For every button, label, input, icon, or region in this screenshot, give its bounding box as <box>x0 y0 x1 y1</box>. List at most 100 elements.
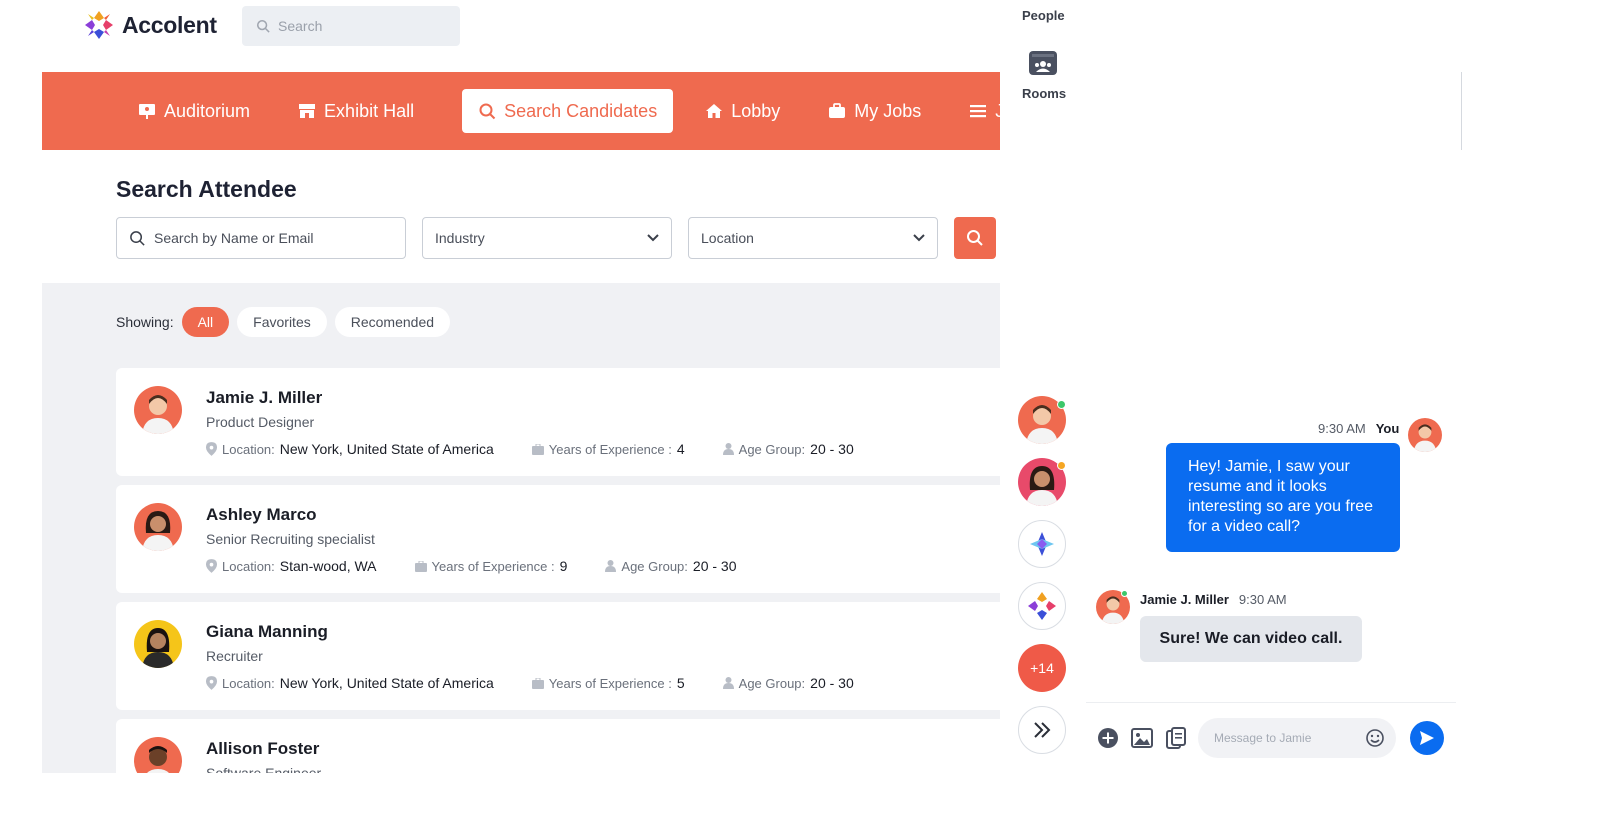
message-input[interactable]: Message to Jamie <box>1198 718 1396 758</box>
incoming-message-meta: Jamie J. Miller 9:30 AM <box>1140 592 1287 607</box>
app: Accolent Search Auditorium Exhibit Hall … <box>0 0 1000 816</box>
page-title: Search Attendee <box>116 176 297 202</box>
group-chat-avatar[interactable] <box>1018 582 1066 630</box>
nav-exhibit-hall-label: Exhibit Hall <box>324 100 415 121</box>
main-nav: Auditorium Exhibit Hall Search Candidate… <box>42 72 1000 150</box>
candidate-meta: Location: Stan-wood, WA Years of Experien… <box>206 558 737 574</box>
person-avatar-icon <box>142 511 174 551</box>
outgoing-message-bubble: Hey! Jamie, I saw your resume and it loo… <box>1166 443 1400 552</box>
outgoing-message-meta: 9:30 AM You <box>1318 421 1399 436</box>
person-icon <box>722 677 734 689</box>
candidate-card[interactable]: Giana Manning Recruiter Location: New Yor… <box>116 602 1000 710</box>
location-pin-icon <box>206 442 217 456</box>
candidate-role: Software Engineer <box>206 765 322 773</box>
add-attachment-button[interactable] <box>1096 726 1120 750</box>
filter-recommended[interactable]: Recomended <box>334 307 451 337</box>
message-input-placeholder: Message to Jamie <box>1214 731 1312 745</box>
group-chat-avatar[interactable] <box>1018 520 1066 568</box>
person-avatar-icon <box>142 628 174 668</box>
chevron-down-icon <box>647 234 659 242</box>
results-area: Showing: All Favorites Recomended Jamie … <box>42 283 1000 773</box>
send-icon <box>1420 731 1434 745</box>
people-tab[interactable]: People <box>1022 8 1065 23</box>
composer-divider <box>1086 702 1456 703</box>
showing-filters: Showing: All Favorites Recomended <box>116 307 451 337</box>
location-select-label: Location <box>701 230 754 246</box>
filter-favorites[interactable]: Favorites <box>237 307 327 337</box>
candidate-role: Product Designer <box>206 414 315 430</box>
candidate-age-group: Age Group: 20 - 30 <box>722 441 854 457</box>
accolent-logo-icon <box>85 11 113 39</box>
location-pin-icon <box>206 676 217 690</box>
candidate-age-group: Age Group: 20 - 30 <box>605 558 737 574</box>
filter-row: Search by Name or Email Industry Locatio… <box>116 217 996 259</box>
nav-exhibit-hall[interactable]: Exhibit Hall <box>298 89 438 133</box>
candidate-card[interactable]: Ashley Marco Senior Recruiting specialis… <box>116 485 1000 593</box>
candidate-name: Ashley Marco <box>206 505 317 524</box>
search-submit-button[interactable] <box>954 217 996 259</box>
candidate-card[interactable]: Jamie J. Miller Product Designer Locatio… <box>116 368 1000 476</box>
emoji-icon[interactable] <box>1366 729 1384 747</box>
double-chevron-right-icon <box>1034 722 1051 738</box>
sparkle-logo-icon <box>1030 532 1054 556</box>
avatar <box>134 386 182 434</box>
briefcase-icon <box>414 560 427 572</box>
nav-auditorium[interactable]: Auditorium <box>138 89 274 133</box>
my-avatar <box>1408 418 1442 452</box>
outgoing-author: You <box>1375 421 1400 436</box>
candidate-meta: Location: New York, United State of Ameri… <box>206 441 854 457</box>
nav-my-jobs-label: My Jobs <box>854 100 922 121</box>
search-icon <box>479 103 496 120</box>
chevron-down-icon <box>913 234 925 242</box>
brand-logo[interactable]: Accolent <box>84 10 217 40</box>
candidate-card[interactable]: Allison Foster Software Engineer <box>116 719 1000 773</box>
person-avatar-icon <box>1413 424 1437 452</box>
briefcase-icon <box>531 443 544 455</box>
global-search-input[interactable]: Search <box>242 6 460 46</box>
incoming-time: 9:30 AM <box>1238 592 1287 607</box>
nav-search-candidates[interactable]: Search Candidates <box>462 89 674 133</box>
send-button[interactable] <box>1410 721 1444 755</box>
industry-select[interactable]: Industry <box>422 217 672 259</box>
image-icon <box>1131 728 1153 748</box>
briefcase-icon <box>829 103 846 118</box>
location-select[interactable]: Location <box>688 217 938 259</box>
documents-icon <box>1166 727 1186 749</box>
expand-button[interactable] <box>1018 706 1066 754</box>
rooms-icon[interactable] <box>1028 48 1058 78</box>
nav-more[interactable]: J <box>969 89 1000 133</box>
candidate-location: Location: Stan-wood, WA <box>206 558 377 574</box>
candidate-experience: Years of Experience :9 <box>414 558 567 574</box>
plus-circle-icon <box>1098 728 1118 748</box>
briefcase-icon <box>531 677 544 689</box>
message-composer: Message to Jamie <box>1096 718 1444 758</box>
location-pin-icon <box>206 559 217 573</box>
avatar <box>134 503 182 551</box>
name-email-search-input[interactable]: Search by Name or Email <box>116 217 406 259</box>
more-contacts-badge[interactable]: +14 <box>1018 644 1066 692</box>
global-search-placeholder: Search <box>278 18 323 34</box>
presentation-icon <box>139 104 155 119</box>
filter-all[interactable]: All <box>181 307 230 337</box>
home-icon <box>706 104 723 118</box>
name-email-placeholder: Search by Name or Email <box>154 230 314 246</box>
nav-lobby[interactable]: Lobby <box>705 89 804 133</box>
rooms-tab[interactable]: Rooms <box>1022 86 1066 101</box>
search-icon <box>130 230 145 246</box>
candidate-meta: Location: New York, United State of Ameri… <box>206 675 854 691</box>
avatar <box>134 737 182 773</box>
chat-panel <box>1000 0 1600 816</box>
nav-my-jobs[interactable]: My Jobs <box>828 89 945 133</box>
person-avatar-icon <box>147 746 169 773</box>
online-status-dot <box>1057 400 1066 409</box>
person-icon <box>605 560 617 572</box>
file-button[interactable] <box>1164 726 1188 750</box>
away-status-dot <box>1057 461 1066 470</box>
image-button[interactable] <box>1130 726 1154 750</box>
store-icon <box>299 104 316 118</box>
incoming-message-bubble: Sure! We can video call. <box>1140 616 1362 662</box>
accolent-logo-icon <box>1028 592 1056 620</box>
incoming-author: Jamie J. Miller <box>1140 592 1229 607</box>
candidate-age-group: Age Group: 20 - 30 <box>722 675 854 691</box>
candidate-name: Giana Manning <box>206 622 328 641</box>
